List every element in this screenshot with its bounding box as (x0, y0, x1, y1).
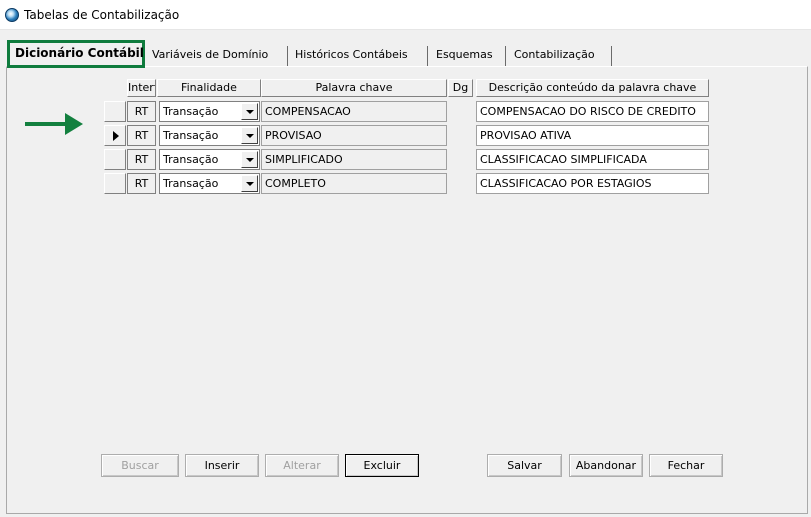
salvar-button[interactable]: Salvar (487, 454, 562, 477)
chevron-down-icon[interactable] (241, 103, 258, 120)
cell-palavra-chave[interactable]: COMPENSACAO (261, 101, 447, 122)
excluir-button[interactable]: Excluir (345, 454, 419, 477)
table-row[interactable]: RT Transação COMPENSACAO COMPENSACAO DO … (104, 101, 714, 123)
tab-contabilizacao[interactable]: Contabilização (508, 46, 612, 66)
cell-interf[interactable]: RT (127, 173, 156, 194)
row-indicator[interactable] (104, 125, 126, 146)
table-row[interactable]: RT Transação SIMPLIFICADO CLASSIFICACAO … (104, 149, 714, 171)
chevron-down-icon[interactable] (241, 127, 258, 144)
cell-interf[interactable]: RT (127, 125, 156, 146)
row-indicator[interactable] (104, 173, 126, 194)
row-indicator[interactable] (104, 101, 126, 122)
alterar-button[interactable]: Alterar (265, 454, 339, 477)
chevron-down-icon[interactable] (241, 151, 258, 168)
cell-descricao[interactable]: CLASSIFICACAO POR ESTAGIOS (476, 173, 709, 194)
title-bar: Tabelas de Contabilização (0, 0, 811, 30)
finalidade-select[interactable]: Transação (159, 101, 260, 122)
finalidade-select[interactable]: Transação (159, 125, 260, 146)
column-header-palavra-chave[interactable]: Palavra chave (261, 79, 447, 97)
annotation-arrow-icon (25, 113, 83, 135)
finalidade-value: Transação (163, 153, 219, 166)
finalidade-value: Transação (163, 129, 219, 142)
finalidade-value: Transação (163, 105, 219, 118)
tab-esquemas[interactable]: Esquemas (430, 46, 506, 66)
table-row[interactable]: RT Transação COMPLETO CLASSIFICACAO POR … (104, 173, 714, 195)
finalidade-value: Transação (163, 177, 219, 190)
tab-panel: Interf Finalidade Palavra chave Dg Descr… (6, 66, 808, 514)
column-header-descricao[interactable]: Descrição conteúdo da palavra chave (476, 79, 709, 97)
tab-strip: Dicionário Contábil Variáveis de Domínio… (0, 36, 811, 68)
cell-descricao[interactable]: COMPENSACAO DO RISCO DE CREDITO (476, 101, 709, 122)
cell-descricao[interactable]: CLASSIFICACAO SIMPLIFICADA (476, 149, 709, 170)
cell-interf[interactable]: RT (127, 149, 156, 170)
current-row-icon (113, 131, 119, 141)
cell-palavra-chave[interactable]: COMPLETO (261, 173, 447, 194)
cell-palavra-chave[interactable]: PROVISAO (261, 125, 447, 146)
finalidade-select[interactable]: Transação (159, 173, 260, 194)
fechar-button[interactable]: Fechar (649, 454, 723, 477)
table-row[interactable]: RT Transação PROVISAO PROVISAO ATIVA (104, 125, 714, 147)
inserir-button[interactable]: Inserir (185, 454, 259, 477)
cell-interf[interactable]: RT (127, 101, 156, 122)
column-header-interf[interactable]: Interf (127, 79, 156, 97)
finalidade-select[interactable]: Transação (159, 149, 260, 170)
tab-variaveis-de-dominio[interactable]: Variáveis de Domínio (146, 46, 288, 66)
abandonar-button[interactable]: Abandonar (569, 454, 643, 477)
column-header-finalidade[interactable]: Finalidade (157, 79, 261, 97)
column-header-dg[interactable]: Dg (448, 79, 473, 97)
buscar-button[interactable]: Buscar (101, 454, 179, 477)
chevron-down-icon[interactable] (241, 175, 258, 192)
window-body: Dicionário Contábil Variáveis de Domínio… (0, 30, 811, 517)
app-icon (5, 8, 19, 22)
cell-palavra-chave[interactable]: SIMPLIFICADO (261, 149, 447, 170)
window-title: Tabelas de Contabilização (24, 8, 180, 22)
cell-descricao[interactable]: PROVISAO ATIVA (476, 125, 709, 146)
tab-historicos-contabeis[interactable]: Históricos Contábeis (289, 46, 428, 66)
row-indicator[interactable] (104, 149, 126, 170)
tab-dicionario-contabil[interactable]: Dicionário Contábil (7, 40, 145, 68)
